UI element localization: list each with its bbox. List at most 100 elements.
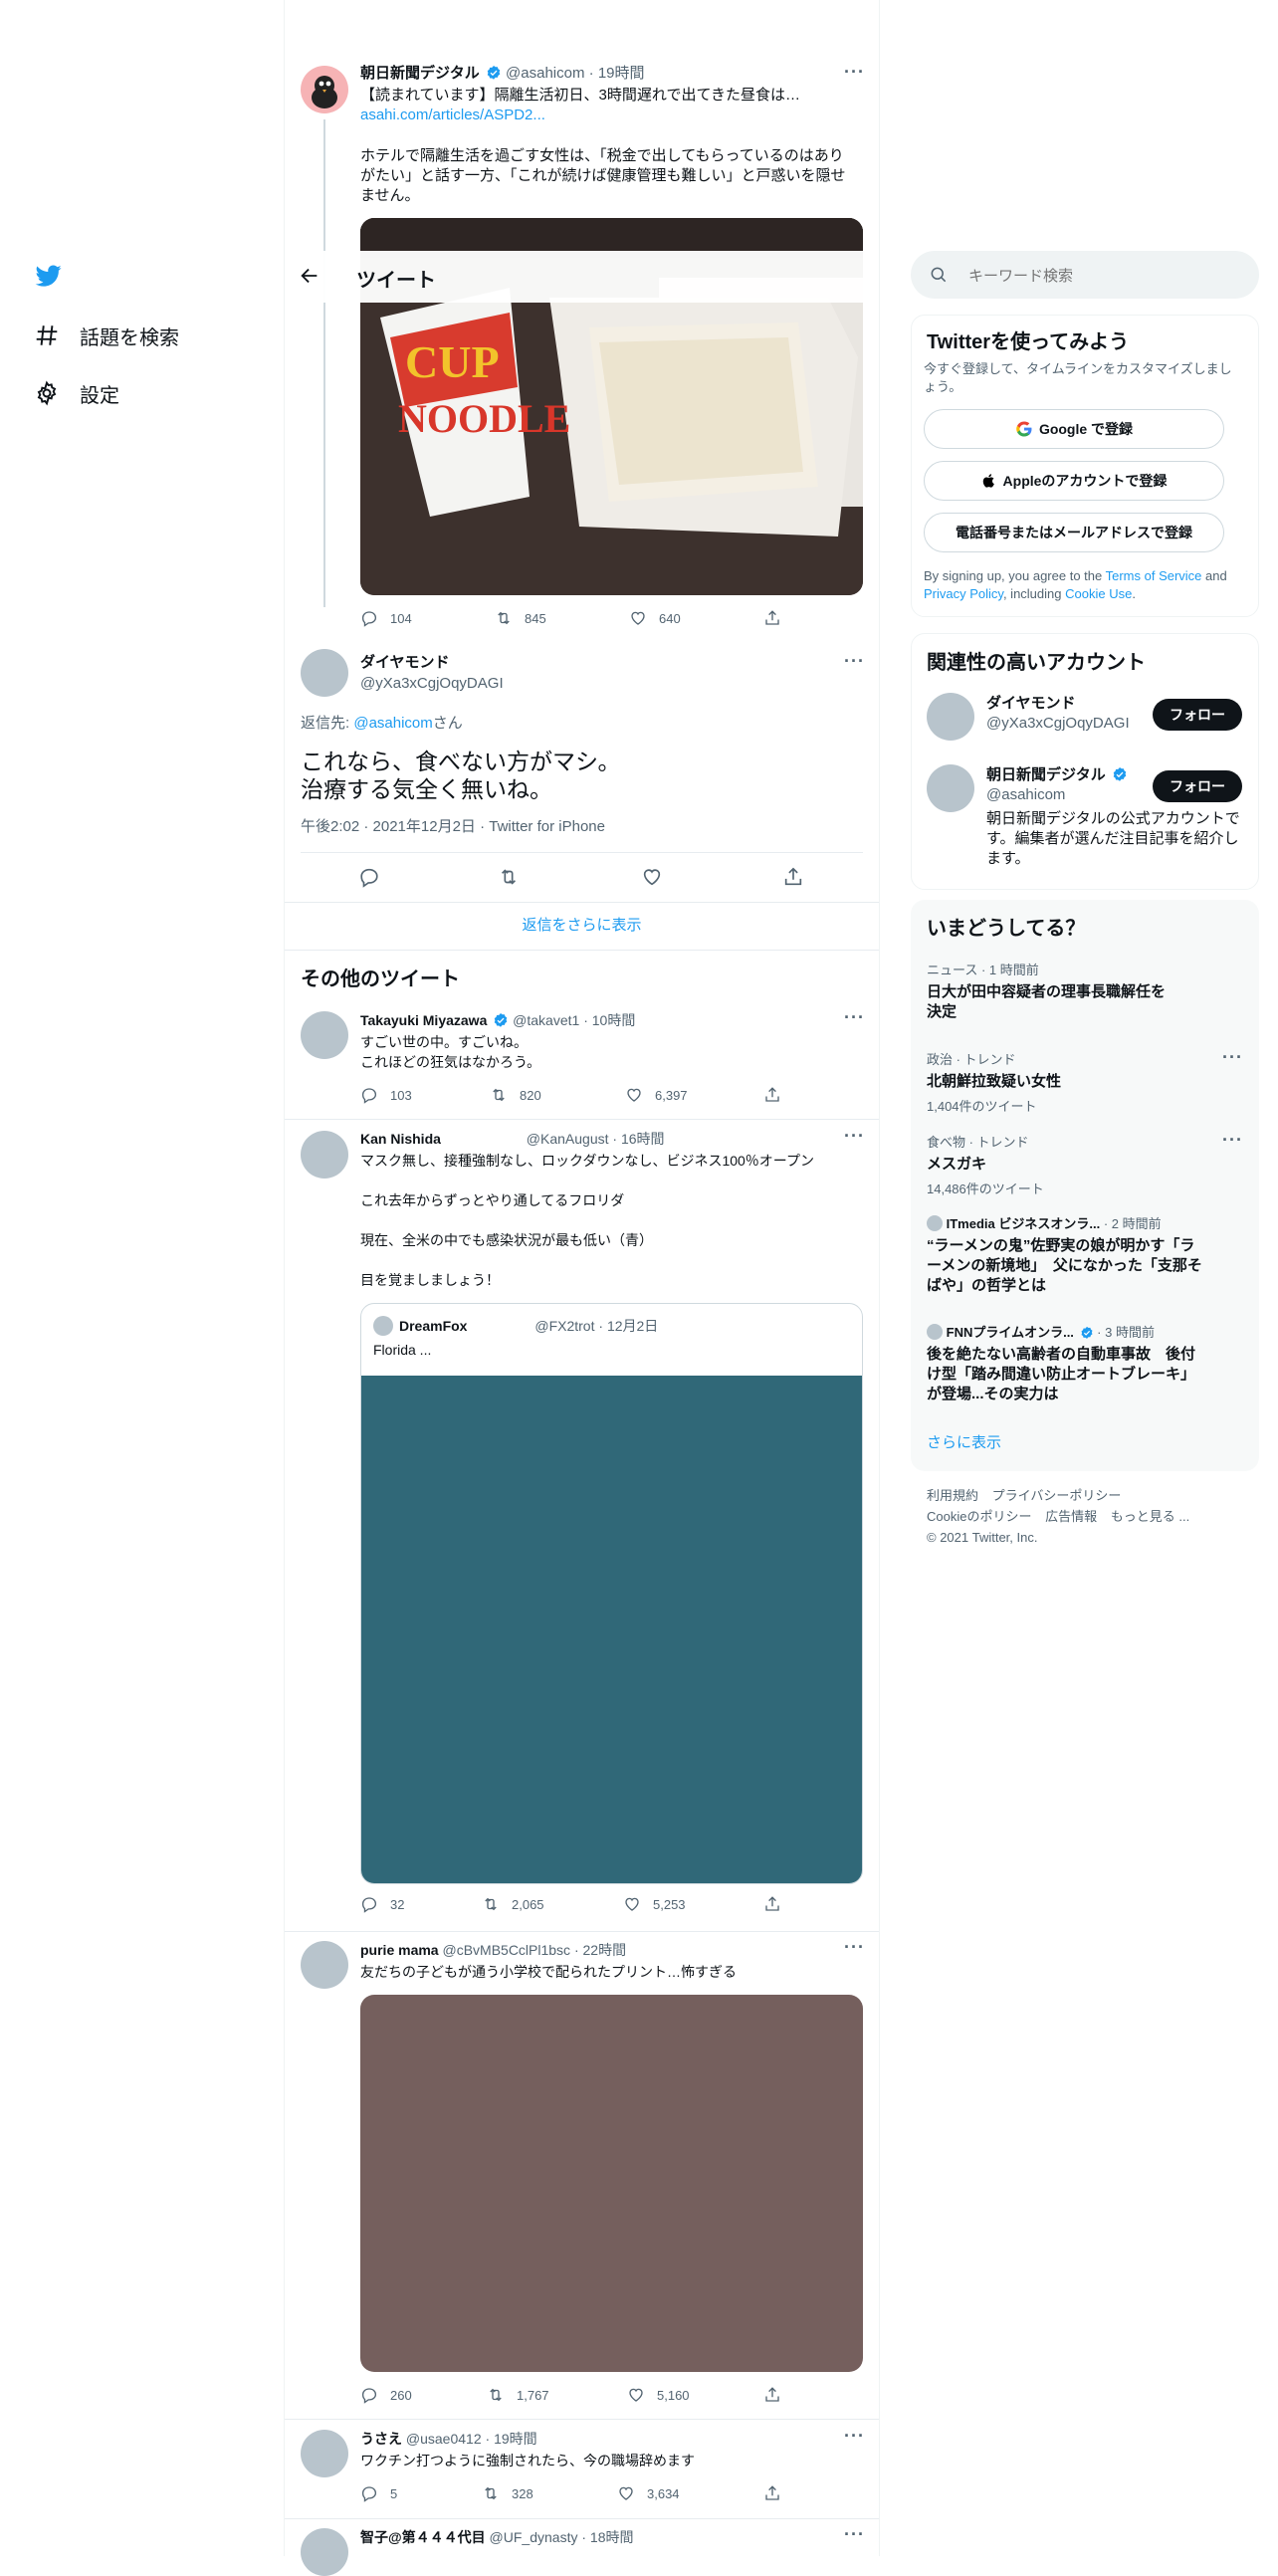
- reply-button[interactable]: 5: [360, 2484, 397, 2502]
- more-icon[interactable]: ···: [844, 1007, 865, 1028]
- reply-to-link[interactable]: @asahicom: [353, 715, 432, 732]
- show-more-trends-link[interactable]: さらに表示: [927, 1433, 1001, 1453]
- account-name[interactable]: ダイヤモンド: [986, 694, 1076, 714]
- author-handle[interactable]: @takavet1: [513, 1012, 579, 1028]
- twitter-logo-icon[interactable]: [34, 263, 64, 289]
- quote-tweet[interactable]: DreamFox @FX2trot · 12月2日 Florida ...: [360, 1303, 863, 1884]
- author-handle[interactable]: @yXa3xCgjOqyDAGI: [360, 674, 504, 694]
- news-item[interactable]: FNNプライムオンラ... · 3 時間前 後を絶たない高齢者の自動車事故 後付…: [927, 1322, 1205, 1404]
- avatar[interactable]: [301, 649, 348, 697]
- avatar[interactable]: [301, 1131, 348, 1179]
- account-handle[interactable]: @yXa3xCgjOqyDAGI: [986, 714, 1130, 734]
- like-button[interactable]: 6,397: [625, 1086, 688, 1104]
- more-icon[interactable]: ···: [844, 2426, 865, 2447]
- more-icon[interactable]: ···: [844, 62, 865, 83]
- cookie-link[interactable]: Cookie Use: [1065, 586, 1132, 601]
- share-button[interactable]: [763, 1086, 793, 1104]
- avatar[interactable]: [301, 2430, 348, 2477]
- account-handle[interactable]: @asahicom: [986, 785, 1065, 805]
- retweet-button[interactable]: 845: [495, 609, 546, 627]
- author-handle[interactable]: @KanAugust: [527, 1131, 609, 1147]
- reply-button[interactable]: 32: [360, 1895, 404, 1913]
- like-button[interactable]: 5,253: [623, 1895, 686, 1913]
- nav-settings[interactable]: 設定: [34, 376, 119, 410]
- avatar[interactable]: [301, 1941, 348, 1989]
- retweet-button[interactable]: [498, 866, 532, 888]
- search-input[interactable]: [966, 263, 1239, 289]
- trend-item[interactable]: 政治 · トレンド 北朝鮮拉致疑い女性 1,404件のツイート: [927, 1049, 1245, 1115]
- terms-link[interactable]: Terms of Service: [1106, 568, 1202, 583]
- share-button[interactable]: [782, 866, 816, 888]
- avatar[interactable]: [301, 2528, 348, 2576]
- author-handle[interactable]: @cBvMB5CclPl1bsc: [442, 1942, 570, 1958]
- author-handle[interactable]: @asahicom: [506, 65, 584, 82]
- nav-explore[interactable]: 話題を検索: [34, 319, 179, 352]
- tweet-link[interactable]: asahi.com/articles/ASPD2...: [360, 106, 545, 125]
- tweet-time[interactable]: 18時間: [590, 2529, 634, 2545]
- footer-terms-link[interactable]: 利用規約: [927, 1488, 978, 1503]
- tweet-image[interactable]: [360, 1995, 863, 2372]
- author-name[interactable]: Kan Nishida: [360, 1131, 441, 1147]
- search-box[interactable]: [911, 251, 1259, 299]
- retweet-button[interactable]: 328: [482, 2484, 533, 2502]
- more-icon[interactable]: ···: [844, 2524, 865, 2545]
- author-handle[interactable]: @UF_dynasty: [490, 2529, 578, 2545]
- author-name[interactable]: 朝日新聞デジタル: [360, 65, 480, 82]
- reply-button[interactable]: 103: [360, 1086, 412, 1104]
- reply-button[interactable]: [358, 866, 392, 888]
- more-icon[interactable]: ···: [844, 1937, 865, 1958]
- phone-email-signup-button[interactable]: 電話番号またはメールアドレスで登録: [924, 513, 1224, 552]
- apple-signup-button[interactable]: Appleのアカウントで登録: [924, 461, 1224, 501]
- share-button[interactable]: [763, 1895, 793, 1913]
- follow-button[interactable]: フォロー: [1153, 699, 1242, 731]
- reply-button[interactable]: 104: [360, 609, 412, 627]
- retweet-button[interactable]: 1,767: [487, 2386, 549, 2404]
- share-button[interactable]: [763, 609, 793, 627]
- privacy-link[interactable]: Privacy Policy: [924, 586, 1003, 601]
- tweet-meta[interactable]: 午後2:02 · 2021年12月2日 · Twitter for iPhone: [301, 817, 605, 837]
- author-name[interactable]: purie mama: [360, 1942, 439, 1958]
- trend-item[interactable]: 食べ物 · トレンド メスガキ 14,486件のツイート: [927, 1132, 1245, 1197]
- footer-more-link[interactable]: もっと見る ...: [1111, 1509, 1189, 1524]
- avatar[interactable]: [927, 764, 974, 812]
- footer-ads-link[interactable]: 広告情報: [1045, 1509, 1097, 1524]
- tweet-time[interactable]: 10時間: [592, 1012, 636, 1028]
- reply-button[interactable]: 260: [360, 2386, 412, 2404]
- author-name[interactable]: ダイヤモンド: [360, 653, 450, 673]
- like-button[interactable]: [641, 866, 675, 888]
- tweet-time[interactable]: 16時間: [621, 1131, 665, 1147]
- author-name[interactable]: Takayuki Miyazawa: [360, 1012, 487, 1028]
- like-button[interactable]: 640: [629, 609, 681, 627]
- author-name[interactable]: うさえ: [360, 2431, 402, 2447]
- share-button[interactable]: [763, 2484, 793, 2502]
- author-handle[interactable]: @usae0412: [406, 2431, 482, 2447]
- avatar[interactable]: [927, 693, 974, 741]
- like-button[interactable]: 5,160: [627, 2386, 690, 2404]
- footer-privacy-link[interactable]: プライバシーポリシー: [992, 1488, 1122, 1503]
- more-icon[interactable]: ···: [844, 651, 865, 672]
- like-button[interactable]: 3,634: [617, 2484, 680, 2502]
- google-signup-button[interactable]: Google で登録: [924, 409, 1224, 449]
- show-more-replies-link[interactable]: 返信をさらに表示: [285, 916, 879, 936]
- retweet-button[interactable]: 2,065: [482, 1895, 544, 1913]
- trend-item[interactable]: ニュース · 1 時間前 日大が田中容疑者の理事長職解任を決定: [927, 960, 1245, 1022]
- share-button[interactable]: [763, 2386, 793, 2404]
- more-icon[interactable]: ···: [844, 1126, 865, 1147]
- retweet-button[interactable]: 820: [490, 1086, 541, 1104]
- account-name[interactable]: 朝日新聞デジタル: [986, 766, 1106, 783]
- footer-cookie-link[interactable]: Cookieのポリシー: [927, 1509, 1031, 1524]
- news-item[interactable]: ITmedia ビジネスオンラ... · 2 時間前 “ラーメンの鬼”佐野実の娘…: [927, 1213, 1205, 1296]
- more-icon[interactable]: ···: [1222, 1130, 1243, 1151]
- reply-icon: [361, 2486, 377, 2502]
- follow-button[interactable]: フォロー: [1153, 770, 1242, 802]
- tweet-time[interactable]: 19時間: [598, 65, 645, 82]
- tweet-time[interactable]: 19時間: [494, 2431, 537, 2447]
- avatar[interactable]: [301, 1011, 348, 1059]
- heart-icon: [627, 1088, 641, 1102]
- account-bio: 朝日新聞デジタルの公式アカウントです。編集者が選んだ注目記事を紹介します。: [986, 810, 1240, 867]
- more-icon[interactable]: ···: [1222, 1047, 1243, 1068]
- back-arrow-icon[interactable]: [299, 265, 320, 292]
- avatar[interactable]: [301, 66, 348, 113]
- author-name[interactable]: 智子@第４４４代目: [360, 2529, 486, 2545]
- tweet-time[interactable]: 22時間: [583, 1942, 627, 1958]
